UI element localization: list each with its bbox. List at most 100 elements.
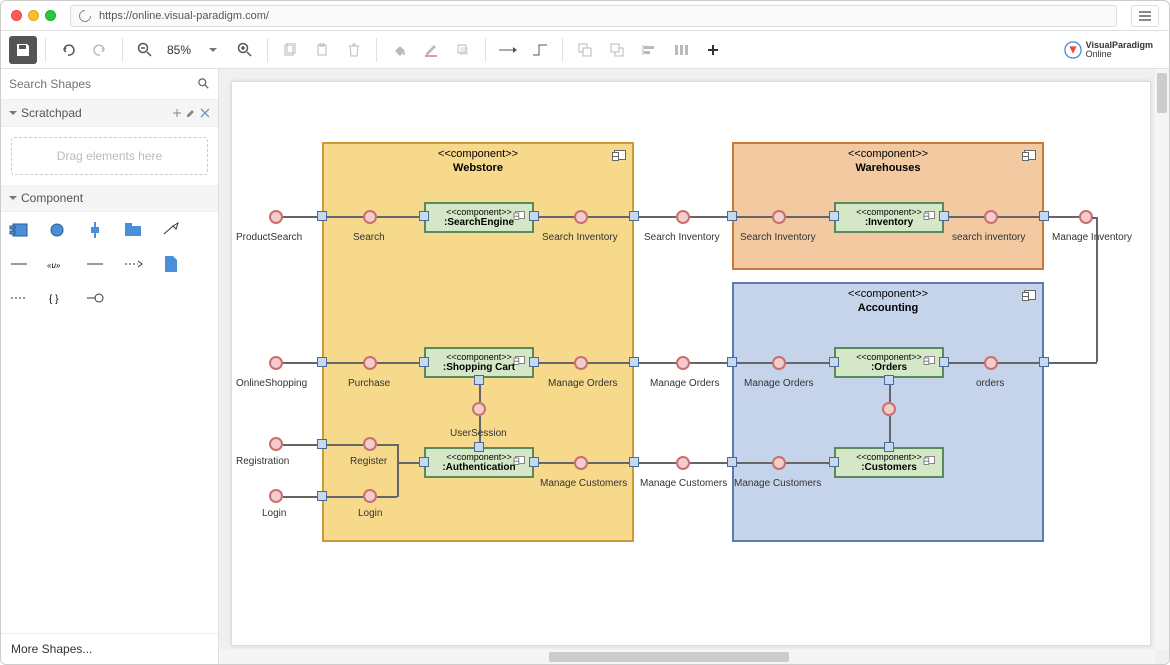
port[interactable] bbox=[529, 457, 539, 467]
fill-button[interactable] bbox=[385, 36, 413, 64]
required-interface-icon[interactable] bbox=[85, 288, 105, 308]
add-button[interactable] bbox=[699, 36, 727, 64]
search-icon[interactable] bbox=[198, 78, 210, 90]
port[interactable] bbox=[629, 357, 639, 367]
copy-button[interactable] bbox=[276, 36, 304, 64]
port[interactable] bbox=[884, 375, 894, 385]
plus-icon[interactable] bbox=[172, 108, 182, 118]
port[interactable] bbox=[829, 211, 839, 221]
undo-button[interactable] bbox=[54, 36, 82, 64]
scratchpad-header[interactable]: Scratchpad bbox=[1, 100, 218, 127]
dashed-line-icon[interactable] bbox=[9, 288, 29, 308]
port[interactable] bbox=[727, 357, 737, 367]
interface-ball[interactable] bbox=[984, 356, 998, 370]
shadow-button[interactable] bbox=[449, 36, 477, 64]
constraint-icon[interactable]: { } bbox=[47, 288, 67, 308]
artifact-shape-icon[interactable] bbox=[161, 254, 181, 274]
back-button[interactable] bbox=[603, 36, 631, 64]
horizontal-scrollbar[interactable] bbox=[219, 650, 1155, 664]
interface-ball[interactable] bbox=[269, 356, 283, 370]
interface-ball[interactable] bbox=[772, 356, 786, 370]
port[interactable] bbox=[419, 357, 429, 367]
diagram-canvas[interactable]: <<component>> Webstore <<component>> War… bbox=[231, 81, 1151, 646]
brand-logo[interactable]: VisualParadigmOnline bbox=[1064, 41, 1153, 59]
zoom-dropdown[interactable] bbox=[199, 36, 227, 64]
interface-ball[interactable] bbox=[1079, 210, 1093, 224]
interface-ball[interactable] bbox=[269, 210, 283, 224]
port[interactable] bbox=[629, 211, 639, 221]
usage-icon[interactable]: «u» bbox=[47, 254, 67, 274]
interface-ball[interactable] bbox=[676, 456, 690, 470]
zoom-out-button[interactable] bbox=[131, 36, 159, 64]
canvas-area[interactable]: <<component>> Webstore <<component>> War… bbox=[219, 69, 1169, 664]
maximize-window-icon[interactable] bbox=[45, 10, 56, 21]
port[interactable] bbox=[474, 442, 484, 452]
scratchpad-dropzone[interactable]: Drag elements here bbox=[11, 137, 208, 175]
port[interactable] bbox=[727, 457, 737, 467]
menu-icon[interactable] bbox=[1131, 5, 1159, 27]
interface-ball[interactable] bbox=[574, 456, 588, 470]
port-shape-icon[interactable] bbox=[85, 220, 105, 240]
port[interactable] bbox=[884, 442, 894, 452]
port[interactable] bbox=[529, 211, 539, 221]
interface-ball[interactable] bbox=[363, 210, 377, 224]
connector-style-button[interactable] bbox=[526, 36, 554, 64]
stroke-button[interactable] bbox=[417, 36, 445, 64]
component-shape-icon[interactable] bbox=[9, 220, 29, 240]
paste-button[interactable] bbox=[308, 36, 336, 64]
vertical-scrollbar[interactable] bbox=[1155, 69, 1169, 650]
port[interactable] bbox=[829, 357, 839, 367]
component-orders[interactable]: <<component>> :Orders bbox=[834, 347, 944, 378]
close-window-icon[interactable] bbox=[11, 10, 22, 21]
package-shape-icon[interactable] bbox=[123, 220, 143, 240]
dependency-icon[interactable] bbox=[123, 254, 143, 274]
interface-ball[interactable] bbox=[363, 437, 377, 451]
port[interactable] bbox=[1039, 211, 1049, 221]
interface-ball[interactable] bbox=[574, 210, 588, 224]
interface-shape-icon[interactable] bbox=[47, 220, 67, 240]
port[interactable] bbox=[629, 457, 639, 467]
close-icon[interactable] bbox=[200, 108, 210, 118]
interface-ball[interactable] bbox=[472, 402, 486, 416]
url-bar[interactable]: https://online.visual-paradigm.com/ bbox=[70, 5, 1117, 27]
component-searchengine[interactable]: <<component>> :SearchEngine bbox=[424, 202, 534, 233]
port[interactable] bbox=[529, 357, 539, 367]
port[interactable] bbox=[317, 439, 327, 449]
component-header[interactable]: Component bbox=[1, 185, 218, 212]
align-button[interactable] bbox=[635, 36, 663, 64]
interface-ball[interactable] bbox=[574, 356, 588, 370]
interface-ball[interactable] bbox=[676, 210, 690, 224]
interface-ball[interactable] bbox=[772, 456, 786, 470]
search-shapes-input[interactable] bbox=[9, 77, 198, 91]
more-shapes-button[interactable]: More Shapes... bbox=[1, 633, 218, 664]
distribute-button[interactable] bbox=[667, 36, 695, 64]
interface-ball[interactable] bbox=[882, 402, 896, 416]
association-icon[interactable] bbox=[85, 254, 105, 274]
interface-ball[interactable] bbox=[676, 356, 690, 370]
port[interactable] bbox=[829, 457, 839, 467]
port[interactable] bbox=[474, 375, 484, 385]
interface-ball[interactable] bbox=[363, 489, 377, 503]
port[interactable] bbox=[939, 357, 949, 367]
component-shoppingcart[interactable]: <<component>> :Shopping Cart bbox=[424, 347, 534, 378]
interface-ball[interactable] bbox=[269, 437, 283, 451]
minimize-window-icon[interactable] bbox=[28, 10, 39, 21]
redo-button[interactable] bbox=[86, 36, 114, 64]
zoom-level[interactable]: 85% bbox=[163, 43, 195, 57]
port[interactable] bbox=[419, 457, 429, 467]
interface-ball[interactable] bbox=[984, 210, 998, 224]
connector-arrow-button[interactable] bbox=[494, 36, 522, 64]
save-button[interactable] bbox=[9, 36, 37, 64]
interface-ball[interactable] bbox=[363, 356, 377, 370]
delete-button[interactable] bbox=[340, 36, 368, 64]
port[interactable] bbox=[727, 211, 737, 221]
port[interactable] bbox=[317, 211, 327, 221]
refresh-icon[interactable] bbox=[77, 7, 94, 24]
zoom-in-button[interactable] bbox=[231, 36, 259, 64]
front-button[interactable] bbox=[571, 36, 599, 64]
port[interactable] bbox=[419, 211, 429, 221]
port[interactable] bbox=[939, 211, 949, 221]
interface-ball[interactable] bbox=[269, 489, 283, 503]
edit-icon[interactable] bbox=[186, 108, 196, 118]
interface-ball[interactable] bbox=[772, 210, 786, 224]
